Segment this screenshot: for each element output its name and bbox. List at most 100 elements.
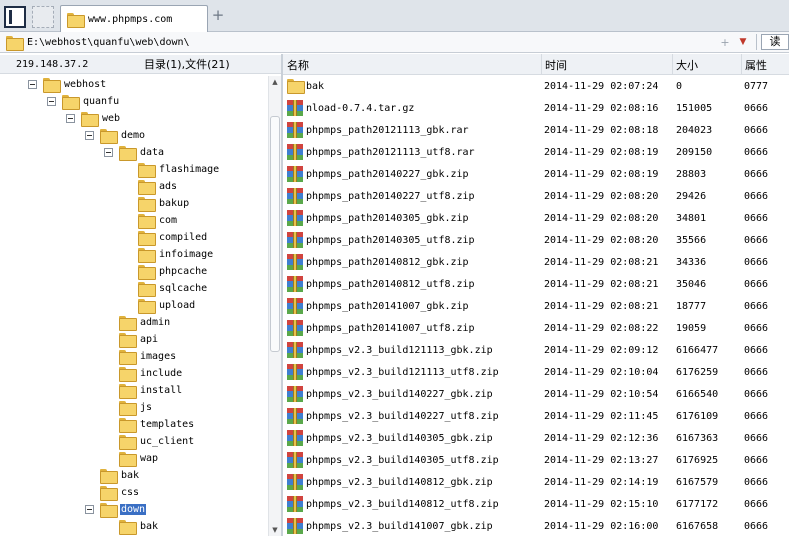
blank-tab-button[interactable] bbox=[32, 6, 54, 28]
file-row[interactable]: phpmps_path20140812_gbk.zip 2014-11-29 02… bbox=[283, 251, 789, 273]
file-attr: 0666 bbox=[744, 168, 769, 180]
tree-item[interactable]: uc_client bbox=[104, 433, 195, 450]
file-attr: 0666 bbox=[744, 212, 769, 224]
file-size: 6166540 bbox=[676, 388, 719, 400]
scroll-up-icon[interactable]: ▲ bbox=[269, 76, 281, 88]
tree-scrollbar[interactable]: ▲ ▼ bbox=[268, 76, 281, 536]
archive-icon bbox=[287, 430, 303, 446]
new-tab-button[interactable]: + bbox=[210, 8, 226, 24]
file-name: phpmps_path20140812_utf8.zip bbox=[306, 278, 475, 290]
scroll-thumb[interactable] bbox=[270, 116, 280, 352]
tree-item[interactable]: compiled bbox=[123, 229, 208, 246]
file-name: phpmps_path20140227_gbk.zip bbox=[306, 168, 469, 180]
tab-phpmps[interactable]: www.phpmps.com bbox=[60, 5, 208, 32]
panel-toggle-button[interactable] bbox=[4, 6, 26, 28]
file-size: 209150 bbox=[676, 146, 713, 158]
file-row[interactable]: phpmps_path20140227_utf8.zip 2014-11-29 0… bbox=[283, 185, 789, 207]
file-size: 0 bbox=[676, 80, 683, 92]
file-icon-cell bbox=[287, 474, 303, 493]
tree-item[interactable]: com bbox=[123, 212, 178, 229]
column-header-size[interactable]: 大小 bbox=[676, 57, 698, 73]
tree-item[interactable]: webhost bbox=[28, 76, 107, 93]
folder-icon bbox=[138, 299, 156, 314]
file-name: phpmps_path20140305_gbk.zip bbox=[306, 212, 469, 224]
file-row[interactable]: phpmps_v2.3_build140812_utf8.zip 2014-11-… bbox=[283, 493, 789, 515]
tree-item-label: web bbox=[102, 113, 121, 124]
collapse-icon[interactable] bbox=[85, 505, 94, 514]
tree-item[interactable]: bakup bbox=[123, 195, 190, 212]
file-row[interactable]: phpmps_v2.3_build140227_gbk.zip 2014-11-2… bbox=[283, 383, 789, 405]
tree-item[interactable]: demo bbox=[85, 127, 146, 144]
file-row[interactable]: phpmps_v2.3_build140305_utf8.zip 2014-11-… bbox=[283, 449, 789, 471]
tree-item[interactable]: bak bbox=[85, 467, 140, 484]
file-row[interactable]: bak 2014-11-29 02:07:24 0 0777 bbox=[283, 75, 789, 97]
file-row[interactable]: phpmps_v2.3_build141007_gbk.zip 2014-11-2… bbox=[283, 515, 789, 536]
scroll-down-icon[interactable]: ▼ bbox=[269, 524, 281, 536]
tree-item[interactable]: ads bbox=[123, 178, 178, 195]
file-row[interactable]: phpmps_v2.3_build140227_utf8.zip 2014-11-… bbox=[283, 405, 789, 427]
file-row[interactable]: phpmps_path20140812_utf8.zip 2014-11-29 0… bbox=[283, 273, 789, 295]
file-time: 2014-11-29 02:08:20 bbox=[544, 234, 659, 246]
collapse-icon[interactable] bbox=[104, 148, 113, 157]
tree-item-label: sqlcache bbox=[159, 283, 208, 294]
file-row[interactable]: phpmps_path20141007_gbk.zip 2014-11-29 02… bbox=[283, 295, 789, 317]
file-icon-cell bbox=[287, 276, 303, 295]
file-row[interactable]: phpmps_path20140227_gbk.zip 2014-11-29 02… bbox=[283, 163, 789, 185]
file-row[interactable]: phpmps_path20121113_utf8.rar 2014-11-29 0… bbox=[283, 141, 789, 163]
file-row[interactable]: phpmps_path20121113_gbk.rar 2014-11-29 02… bbox=[283, 119, 789, 141]
tree-item[interactable]: css bbox=[85, 484, 140, 501]
column-header-attr[interactable]: 属性 bbox=[745, 57, 767, 73]
file-time: 2014-11-29 02:12:36 bbox=[544, 432, 659, 444]
tree-item-label: compiled bbox=[159, 232, 208, 243]
tree-item[interactable]: bak bbox=[104, 518, 159, 535]
tree-item[interactable]: templates bbox=[104, 416, 195, 433]
tab-title: www.phpmps.com bbox=[88, 13, 173, 25]
collapse-icon[interactable] bbox=[47, 97, 56, 106]
file-row[interactable]: phpmps_path20140305_utf8.zip 2014-11-29 0… bbox=[283, 229, 789, 251]
chevron-down-icon[interactable]: ▼ bbox=[734, 37, 752, 47]
tree-item[interactable]: wap bbox=[104, 450, 159, 467]
file-list: 名称 时间 大小 属性 bak 2014-11-29 02:07:24 0 0777 n… bbox=[283, 54, 789, 536]
collapse-icon[interactable] bbox=[66, 114, 75, 123]
file-time: 2014-11-29 02:08:21 bbox=[544, 256, 659, 268]
file-row[interactable]: phpmps_v2.3_build140305_gbk.zip 2014-11-2… bbox=[283, 427, 789, 449]
plus-icon[interactable]: + bbox=[716, 36, 734, 49]
tree-item[interactable]: data bbox=[104, 144, 165, 161]
tree-item[interactable]: upload bbox=[123, 297, 196, 314]
file-time: 2014-11-29 02:08:20 bbox=[544, 190, 659, 202]
tree-item[interactable]: infoimage bbox=[123, 246, 214, 263]
tree-item[interactable]: js bbox=[104, 399, 153, 416]
file-row[interactable]: phpmps_v2.3_build121113_utf8.zip 2014-11-… bbox=[283, 361, 789, 383]
file-icon-cell bbox=[287, 254, 303, 273]
file-name: bak bbox=[306, 80, 325, 92]
folder-icon bbox=[81, 112, 99, 127]
tree-item[interactable]: web bbox=[66, 110, 121, 127]
file-row[interactable]: phpmps_path20140305_gbk.zip 2014-11-29 02… bbox=[283, 207, 789, 229]
collapse-icon[interactable] bbox=[85, 131, 94, 140]
tree-item[interactable]: api bbox=[104, 331, 159, 348]
file-row[interactable]: nload-0.7.4.tar.gz 2014-11-29 02:08:16 151… bbox=[283, 97, 789, 119]
path-input[interactable]: E:\webhost\quanfu\web\down\ bbox=[27, 37, 716, 48]
tree-item-label: js bbox=[140, 402, 153, 413]
file-icon-cell bbox=[287, 122, 303, 141]
tree-item-label: images bbox=[140, 351, 177, 362]
file-row[interactable]: phpmps_path20141007_utf8.zip 2014-11-29 0… bbox=[283, 317, 789, 339]
column-header-time[interactable]: 时间 bbox=[545, 57, 567, 73]
tree-item[interactable]: quanfu bbox=[47, 93, 120, 110]
file-row[interactable]: phpmps_v2.3_build140812_gbk.zip 2014-11-2… bbox=[283, 471, 789, 493]
archive-icon bbox=[287, 122, 303, 138]
tree-item[interactable]: images bbox=[104, 348, 177, 365]
archive-icon bbox=[287, 144, 303, 160]
tree-item[interactable]: flashimage bbox=[123, 161, 220, 178]
tree-item[interactable]: install bbox=[104, 382, 183, 399]
column-header-name[interactable]: 名称 bbox=[287, 57, 309, 73]
collapse-icon[interactable] bbox=[28, 80, 37, 89]
read-button[interactable]: 读 bbox=[761, 34, 789, 50]
file-row[interactable]: phpmps_v2.3_build121113_gbk.zip 2014-11-2… bbox=[283, 339, 789, 361]
tree-item-label: infoimage bbox=[159, 249, 214, 260]
tree-item[interactable]: phpcache bbox=[123, 263, 208, 280]
tree-item[interactable]: down bbox=[85, 501, 147, 518]
tree-item[interactable]: admin bbox=[104, 314, 171, 331]
tree-item[interactable]: sqlcache bbox=[123, 280, 208, 297]
tree-item[interactable]: include bbox=[104, 365, 183, 382]
